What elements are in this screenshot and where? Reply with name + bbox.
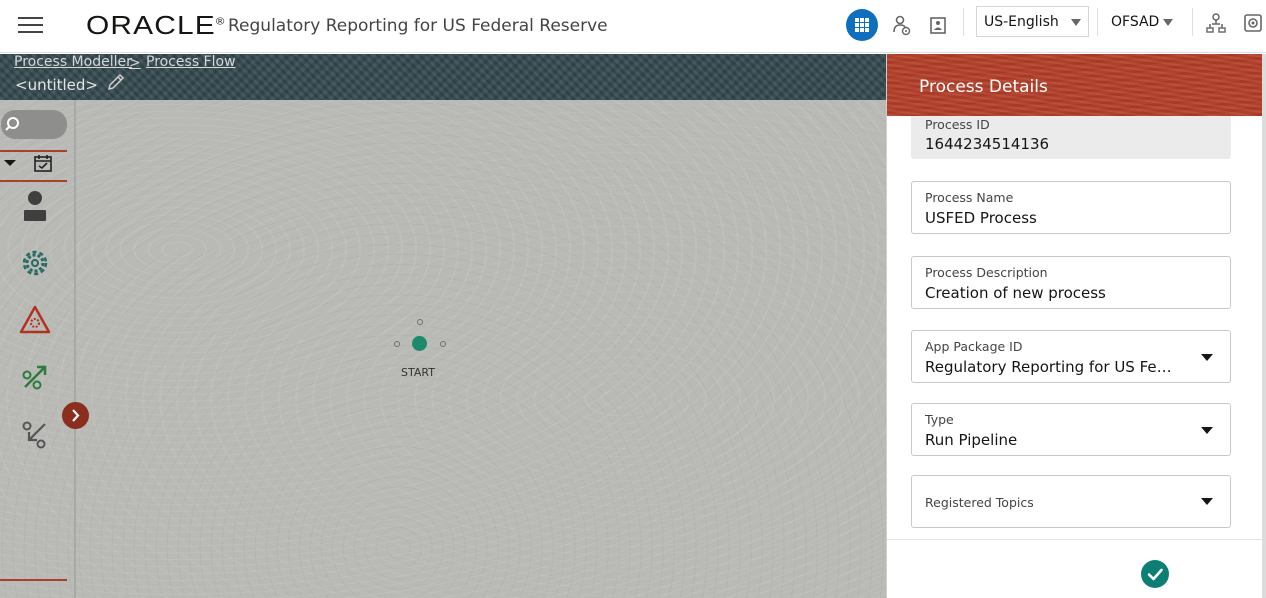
chevron-down-icon[interactable] <box>1201 427 1213 434</box>
panel-header: Process Details <box>887 54 1263 116</box>
menu-icon[interactable] <box>18 15 44 35</box>
app-package-id-select[interactable]: App Package ID Regulatory Reporting for … <box>911 330 1231 383</box>
human-task-icon[interactable] <box>19 190 51 222</box>
settings-icon[interactable] <box>1240 10 1266 36</box>
registered-topics-select[interactable]: Registered Topics <box>911 475 1231 528</box>
process-details-panel: Process Details Process ID 1644234514136… <box>886 54 1266 598</box>
report-icon[interactable] <box>925 12 951 38</box>
breadcrumb: Process Modeller > Process Flow <untitle… <box>0 54 886 100</box>
field-label: Process ID <box>925 117 990 132</box>
panel-footer-divider <box>887 539 1265 540</box>
service-task-icon[interactable] <box>19 247 51 279</box>
field-value[interactable]: USFED Process <box>925 209 1180 227</box>
breadcrumb-process-modeller[interactable]: Process Modeller <box>14 54 132 70</box>
document-title: <untitled> <box>15 76 98 94</box>
panel-scrollbar[interactable] <box>1262 54 1266 598</box>
field-label: Registered Topics <box>925 495 1034 510</box>
field-label: Process Name <box>925 190 1014 205</box>
pencil-icon[interactable] <box>106 72 126 92</box>
chevron-down-icon <box>1071 19 1081 26</box>
app-header: ORACLE® Regulatory Reporting for US Fede… <box>0 0 1266 53</box>
connector-port-right[interactable] <box>440 341 446 347</box>
start-node[interactable] <box>412 336 427 351</box>
component-palette <box>0 100 76 598</box>
breadcrumb-process-flow[interactable]: Process Flow <box>146 54 236 70</box>
search-icon <box>5 117 19 131</box>
breadcrumb-separator: > <box>129 55 141 71</box>
connector-port-top[interactable] <box>417 319 423 325</box>
header-divider <box>1097 8 1098 36</box>
chevron-down-icon[interactable] <box>1201 498 1213 505</box>
palette-search[interactable] <box>1 110 67 139</box>
calendar-icon[interactable] <box>32 152 54 174</box>
field-label: App Package ID <box>925 339 1023 354</box>
checkmark-icon <box>1147 568 1163 581</box>
field-value[interactable]: Creation of new process <box>925 284 1180 302</box>
process-canvas[interactable] <box>0 100 886 598</box>
language-value: US-English <box>984 14 1059 30</box>
process-description-field[interactable]: Process Description Creation of new proc… <box>911 256 1231 309</box>
header-divider <box>1192 8 1193 36</box>
field-label: Type <box>925 412 954 427</box>
palette-divider <box>0 579 67 581</box>
expand-chevron-icon[interactable] <box>62 402 89 429</box>
user-name: OFSAD <box>1111 14 1160 30</box>
app-title: Regulatory Reporting for US Federal Rese… <box>228 16 608 36</box>
user-tasks-icon[interactable] <box>889 12 915 38</box>
process-name-field[interactable]: Process Name USFED Process <box>911 181 1231 234</box>
chevron-down-icon <box>1163 19 1173 26</box>
panel-title: Process Details <box>919 77 1048 97</box>
user-menu[interactable]: OFSAD <box>1111 14 1181 34</box>
confirm-button[interactable] <box>1141 560 1169 588</box>
field-value: Regulatory Reporting for US Fede... <box>925 358 1180 376</box>
language-select[interactable]: US-English <box>976 6 1089 37</box>
field-value: 1644234514136 <box>925 135 1050 153</box>
subprocess-expand-icon[interactable] <box>19 361 51 393</box>
field-value: Run Pipeline <box>925 431 1018 449</box>
collapse-caret-icon[interactable] <box>2 152 18 174</box>
connector-port-left[interactable] <box>394 341 400 347</box>
oracle-logo: ORACLE® <box>86 10 226 40</box>
type-select[interactable]: Type Run Pipeline <box>911 403 1231 456</box>
start-node-label: START <box>401 366 435 379</box>
user-admin-icon[interactable] <box>1203 10 1229 36</box>
field-label: Process Description <box>925 265 1048 280</box>
apps-grid-icon[interactable] <box>846 9 878 41</box>
chevron-down-icon[interactable] <box>1201 354 1213 361</box>
palette-divider <box>0 180 67 182</box>
header-divider <box>963 8 964 36</box>
subprocess-collapse-icon[interactable] <box>19 418 51 450</box>
alert-task-icon[interactable] <box>19 304 51 336</box>
process-id-field: Process ID 1644234514136 <box>911 116 1231 159</box>
